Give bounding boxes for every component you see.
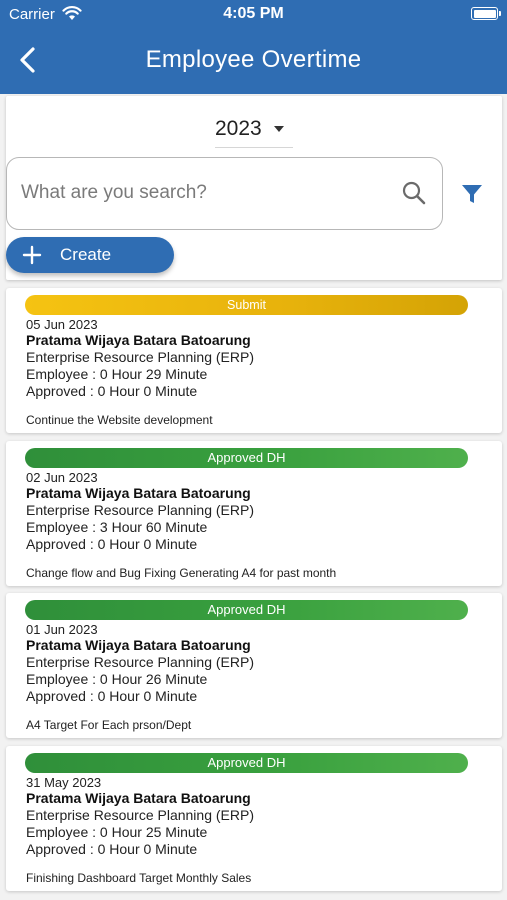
- employee-hours: Employee : 3 Hour 60 Minute: [26, 519, 208, 535]
- department: Enterprise Resource Planning (ERP): [26, 502, 254, 518]
- battery-icon: [471, 7, 501, 20]
- department: Enterprise Resource Planning (ERP): [26, 807, 254, 823]
- status-badge: Submit: [25, 295, 468, 315]
- approved-hours: Approved : 0 Hour 0 Minute: [26, 841, 198, 857]
- employee-name: Pratama Wijaya Batara Batoarung: [26, 790, 251, 806]
- department: Enterprise Resource Planning (ERP): [26, 654, 254, 670]
- department: Enterprise Resource Planning (ERP): [26, 349, 254, 365]
- overtime-description: Continue the Website development: [26, 413, 213, 427]
- overtime-date: 02 Jun 2023: [26, 470, 98, 485]
- filter-icon[interactable]: [460, 182, 484, 206]
- overtime-date: 01 Jun 2023: [26, 622, 98, 637]
- filter-panel: 2023 Create: [6, 96, 502, 280]
- search-field[interactable]: [6, 157, 443, 230]
- search-icon[interactable]: [401, 180, 427, 206]
- employee-name: Pratama Wijaya Batara Batoarung: [26, 485, 251, 501]
- plus-icon: [22, 245, 42, 265]
- employee-hours: Employee : 0 Hour 29 Minute: [26, 366, 208, 382]
- status-badge: Approved DH: [25, 448, 468, 468]
- year-dropdown[interactable]: 2023: [215, 112, 293, 148]
- create-label: Create: [60, 245, 112, 264]
- search-input[interactable]: [21, 178, 391, 208]
- status-time: 4:05 PM: [223, 5, 284, 22]
- overtime-card[interactable]: Submit 05 Jun 2023 Pratama Wijaya Batara…: [6, 288, 502, 433]
- status-bar: Carrier 4:05 PM: [0, 0, 507, 28]
- status-badge: Approved DH: [25, 600, 468, 620]
- overtime-card[interactable]: Approved DH 01 Jun 2023 Pratama Wijaya B…: [6, 593, 502, 738]
- approved-hours: Approved : 0 Hour 0 Minute: [26, 536, 198, 552]
- page-title: Employee Overtime: [145, 46, 362, 73]
- approved-hours: Approved : 0 Hour 0 Minute: [26, 688, 198, 704]
- status-badge: Approved DH: [25, 753, 468, 773]
- overtime-description: A4 Target For Each prson/Dept: [26, 718, 192, 732]
- employee-hours: Employee : 0 Hour 26 Minute: [26, 671, 208, 687]
- approved-hours: Approved : 0 Hour 0 Minute: [26, 383, 198, 399]
- caret-down-icon: [274, 126, 284, 132]
- employee-name: Pratama Wijaya Batara Batoarung: [26, 332, 251, 348]
- overtime-description: Finishing Dashboard Target Monthly Sales: [26, 871, 252, 885]
- employee-name: Pratama Wijaya Batara Batoarung: [26, 637, 251, 653]
- overtime-date: 31 May 2023: [26, 775, 102, 790]
- overtime-description: Change flow and Bug Fixing Generating A4…: [26, 566, 337, 580]
- create-button[interactable]: Create: [6, 237, 174, 273]
- overtime-card[interactable]: Approved DH 31 May 2023 Pratama Wijaya B…: [6, 746, 502, 891]
- overtime-card[interactable]: Approved DH 02 Jun 2023 Pratama Wijaya B…: [6, 441, 502, 586]
- overtime-date: 05 Jun 2023: [26, 317, 98, 332]
- nav-bar: Employee Overtime: [0, 28, 507, 94]
- employee-hours: Employee : 0 Hour 25 Minute: [26, 824, 208, 840]
- year-value: 2023: [215, 117, 262, 140]
